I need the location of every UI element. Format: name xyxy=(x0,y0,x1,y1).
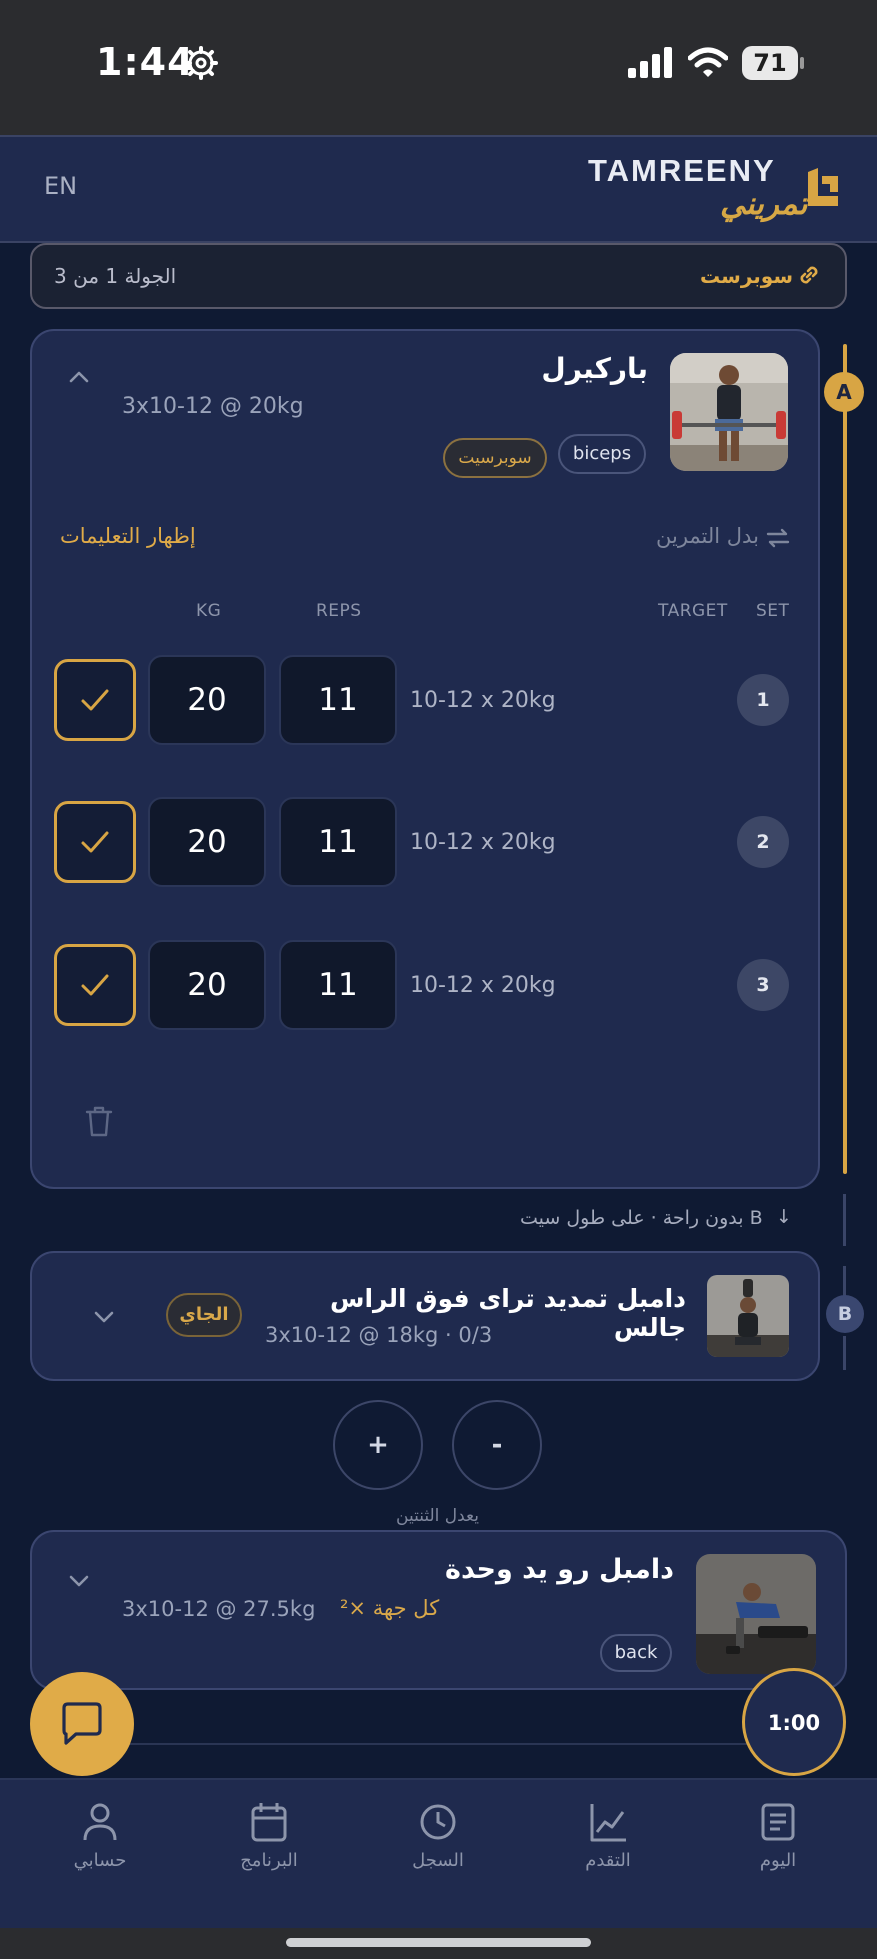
arrow-down-icon: ↓ xyxy=(776,1206,792,1228)
tab-label: اليوم xyxy=(759,1850,797,1871)
clock-icon xyxy=(420,1804,456,1840)
column-header-target: TARGET xyxy=(658,601,728,621)
home-indicator[interactable] xyxy=(286,1938,591,1947)
muscle-tag: back xyxy=(600,1634,672,1672)
tab-account[interactable]: حسابي xyxy=(30,1800,170,1900)
set-target: 10-12 x 20kg xyxy=(410,688,556,713)
check-icon xyxy=(81,689,109,711)
column-header-set: SET xyxy=(756,601,790,621)
list-icon xyxy=(761,1803,795,1841)
rail-connector xyxy=(843,1194,846,1246)
chart-icon xyxy=(590,1804,626,1842)
chat-icon xyxy=(62,1702,102,1745)
each-side-note: كل جهة ×² xyxy=(340,1596,440,1620)
chevron-up-icon[interactable] xyxy=(66,364,92,390)
divider xyxy=(40,1743,837,1745)
superset-label: سوبرست xyxy=(700,264,793,288)
user-icon xyxy=(83,1803,117,1841)
battery-tip xyxy=(800,57,804,69)
calendar-icon xyxy=(251,1803,287,1842)
rail-connector xyxy=(843,1336,846,1370)
set-number: 1 xyxy=(737,674,789,726)
set-target: 10-12 x 20kg xyxy=(410,973,556,998)
swap-icon[interactable] xyxy=(764,524,792,552)
exercise-title: دامبل رو يد وحدة xyxy=(445,1554,674,1585)
stepper-label: يعدل الثنتين xyxy=(396,1506,479,1526)
link-icon xyxy=(800,266,818,284)
tab-label: التقدم xyxy=(585,1850,631,1871)
decrease-both-button[interactable]: - xyxy=(452,1400,542,1490)
battery-indicator: 71 xyxy=(742,46,798,80)
tab-label: حسابي xyxy=(73,1850,127,1871)
next-badge: الجاي xyxy=(166,1293,242,1337)
rest-timer-button[interactable]: 1:00 xyxy=(742,1668,846,1776)
show-instructions-link[interactable]: إظهار التعليمات xyxy=(60,524,196,548)
superset-badge-b: B xyxy=(826,1295,864,1333)
superset-badge-a: A xyxy=(824,372,864,412)
exercise-thumbnail[interactable] xyxy=(696,1554,816,1674)
reps-input[interactable]: 11 xyxy=(279,655,397,745)
set-number: 2 xyxy=(737,816,789,868)
chevron-down-icon[interactable] xyxy=(66,1568,92,1594)
tab-log[interactable]: السجل xyxy=(368,1800,508,1900)
exercise-scheme: 3x10-12 @ 18kg · 0/3 xyxy=(265,1323,493,1347)
rest-note: بدون راحة · على طول سيت B xyxy=(520,1207,763,1229)
check-icon xyxy=(81,831,109,853)
exercise-title: باركيرل xyxy=(541,352,648,385)
muscle-tag: biceps xyxy=(558,434,646,474)
set-complete-checkbox[interactable] xyxy=(54,944,136,1026)
wifi-icon xyxy=(688,47,728,77)
kg-input[interactable]: 20 xyxy=(148,797,266,887)
increase-both-button[interactable]: + xyxy=(333,1400,423,1490)
reps-input[interactable]: 11 xyxy=(279,940,397,1030)
exercise-scheme: 3x10-12 @ 20kg xyxy=(122,394,304,419)
language-toggle[interactable]: EN xyxy=(44,172,77,200)
brand-name-en: TAMREENY xyxy=(588,153,776,188)
swap-exercise-button[interactable]: بدل التمرين xyxy=(656,524,759,548)
set-target: 10-12 x 20kg xyxy=(410,830,556,855)
tab-label: البرنامج xyxy=(240,1850,298,1871)
trash-icon[interactable] xyxy=(84,1104,114,1138)
tab-today[interactable]: اليوم xyxy=(708,1800,848,1900)
brand-logo-icon xyxy=(808,168,838,206)
status-time: 1:44 xyxy=(96,40,195,84)
set-number: 3 xyxy=(737,959,789,1011)
tab-program[interactable]: البرنامج xyxy=(199,1800,339,1900)
set-complete-checkbox[interactable] xyxy=(54,801,136,883)
exercise-thumbnail[interactable] xyxy=(707,1275,789,1357)
chevron-down-icon[interactable] xyxy=(91,1304,117,1330)
column-header-reps: REPS xyxy=(316,601,362,621)
gear-icon xyxy=(184,46,218,80)
reps-input[interactable]: 11 xyxy=(279,797,397,887)
superset-tag: سوبرسيت xyxy=(443,438,547,478)
column-header-kg: KG xyxy=(196,601,222,621)
exercise-thumbnail[interactable] xyxy=(670,353,788,471)
signal-icon xyxy=(628,47,672,78)
chat-button[interactable] xyxy=(30,1672,134,1776)
round-indicator: الجولة 1 من 3 xyxy=(54,264,177,288)
superset-rail-a xyxy=(843,344,847,1174)
kg-input[interactable]: 20 xyxy=(148,655,266,745)
kg-input[interactable]: 20 xyxy=(148,940,266,1030)
tab-label: السجل xyxy=(412,1850,464,1871)
check-icon xyxy=(81,974,109,996)
brand-name-ar: تمريني xyxy=(720,186,808,222)
set-complete-checkbox[interactable] xyxy=(54,659,136,741)
exercise-scheme: 3x10-12 @ 27.5kg xyxy=(122,1597,316,1621)
tab-progress[interactable]: التقدم xyxy=(538,1800,678,1900)
